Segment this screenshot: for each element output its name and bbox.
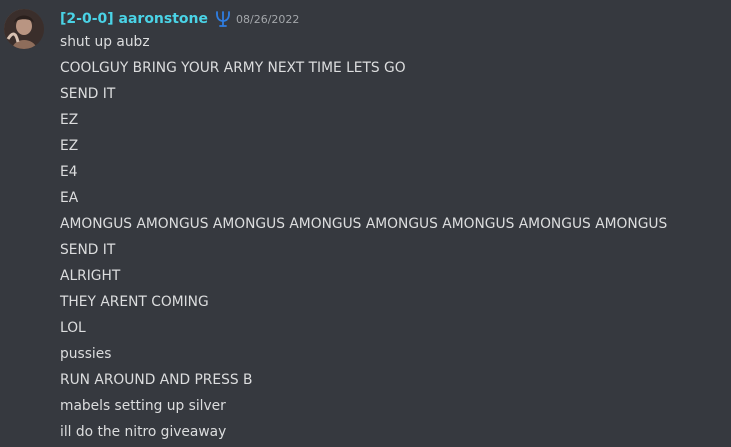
username[interactable]: [2-0-0] aaronstone [60,11,208,27]
message-line[interactable]: shut up aubz [60,29,667,55]
message-line[interactable]: LOL [60,315,667,341]
message-header: [2-0-0] aaronstone 08/26/2022 [60,9,299,29]
message-line[interactable]: mabels setting up silver [60,393,667,419]
message-group: [2-0-0] aaronstone 08/26/2022 shut up au… [0,0,731,447]
message-line[interactable]: EZ [60,107,667,133]
message-line[interactable]: SEND IT [60,81,667,107]
message-line[interactable]: ill do the nitro giveaway [60,419,667,445]
message-line[interactable]: COOLGUY BRING YOUR ARMY NEXT TIME LETS G… [60,55,667,81]
message-line[interactable]: ALRIGHT [60,263,667,289]
message-line[interactable]: AMONGUS AMONGUS AMONGUS AMONGUS AMONGUS … [60,211,667,237]
message-line[interactable]: RUN AROUND AND PRESS B [60,367,667,393]
trident-icon[interactable] [214,10,232,28]
message-line[interactable]: E4 [60,159,667,185]
message-line[interactable]: SEND IT [60,237,667,263]
timestamp[interactable]: 08/26/2022 [236,13,299,26]
message-line[interactable]: THEY ARENT COMING [60,289,667,315]
avatar[interactable] [4,9,44,49]
message-line[interactable]: EZ [60,133,667,159]
message-list: shut up aubz COOLGUY BRING YOUR ARMY NEX… [60,29,667,445]
message-line[interactable]: pussies [60,341,667,367]
message-line[interactable]: EA [60,185,667,211]
avatar-image [4,9,44,49]
